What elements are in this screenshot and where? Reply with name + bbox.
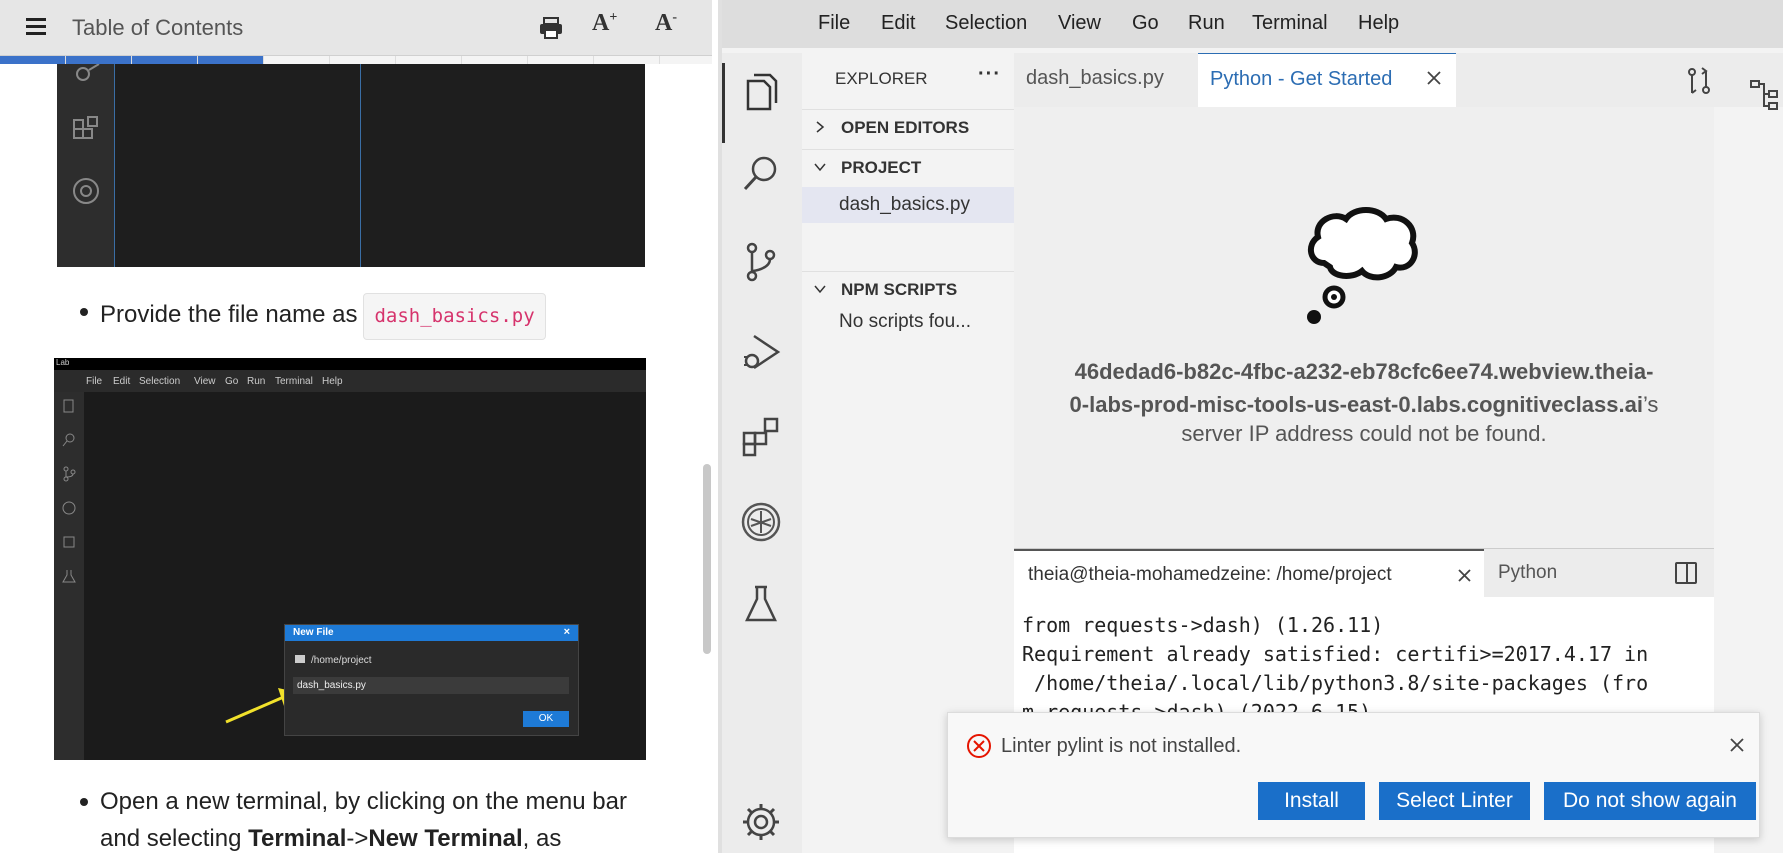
menu-edit[interactable]: Edit — [881, 12, 915, 35]
terminal-tabs: theia@theia-mohamedzeine: /home/project … — [1014, 549, 1714, 597]
kubernetes-icon — [73, 178, 99, 204]
instructions-panel: Table of Contents A+ A- Provide the file… — [0, 0, 712, 853]
source-control-icon[interactable] — [740, 241, 782, 283]
more-actions-icon[interactable]: ··· — [978, 63, 1001, 86]
screenshot-new-file-dialog: Lab File Edit Selection View Go Run Term… — [54, 358, 646, 760]
settings-gear-icon[interactable] — [740, 801, 782, 843]
chevron-down-icon — [814, 285, 826, 294]
extensions-icon[interactable] — [740, 415, 782, 457]
file-tree-item[interactable]: dash_basics.py — [802, 187, 1014, 223]
explorer-title: EXPLORER — [835, 69, 928, 88]
hamburger-menu-icon[interactable] — [26, 18, 50, 38]
run-debug-icon[interactable] — [740, 331, 782, 373]
tab-dash-basics[interactable]: dash_basics.py — [1014, 53, 1198, 107]
toc-header: Table of Contents A+ A- — [0, 0, 712, 56]
screenshot-ide-sidebar — [57, 64, 645, 267]
print-icon[interactable] — [538, 16, 564, 40]
close-icon[interactable] — [1426, 70, 1442, 86]
menu-help[interactable]: Help — [1358, 12, 1399, 35]
menu-terminal[interactable]: Terminal — [1252, 12, 1328, 35]
linter-notification: Linter pylint is not installed. Install … — [947, 712, 1760, 838]
tab-terminal[interactable]: theia@theia-mohamedzeine: /home/project — [1014, 549, 1484, 597]
terminal-output[interactable]: from requests->dash) (1.26.11) Requiremen… — [1022, 611, 1648, 727]
toc-title[interactable]: Table of Contents — [72, 15, 243, 41]
section-progress-strip — [0, 56, 712, 64]
ide-menubar: File Edit Selection View Go Run Terminal… — [722, 0, 1783, 48]
open-changes-icon[interactable] — [1686, 67, 1712, 95]
instruction-bullet-terminal: Open a new terminal, by clicking on the … — [80, 783, 660, 853]
menu-file[interactable]: File — [818, 12, 850, 35]
debug-icon — [76, 64, 100, 81]
decrease-font-button[interactable]: A- — [655, 10, 677, 37]
outline-view-icon[interactable] — [1747, 75, 1783, 111]
editor-tabbar: dash_basics.py Python - Get Started — [1014, 53, 1783, 107]
select-linter-button[interactable]: Select Linter — [1379, 782, 1530, 820]
close-icon[interactable] — [1729, 737, 1745, 753]
close-icon[interactable] — [1457, 568, 1472, 583]
chevron-down-icon — [814, 163, 826, 172]
kubernetes-icon[interactable] — [740, 501, 782, 543]
search-icon[interactable] — [740, 153, 782, 195]
webview-editor: 46dedad6-b82c-4fbc-a232-eb78cfc6ee74.web… — [1014, 107, 1714, 548]
notification-message: Linter pylint is not installed. — [1001, 735, 1242, 757]
section-project[interactable]: PROJECT — [802, 149, 1014, 183]
filename-code: dash_basics.py — [363, 293, 546, 340]
activity-bar — [722, 53, 802, 853]
split-terminal-icon[interactable] — [1675, 562, 1697, 584]
instructions-scrollbar[interactable] — [703, 464, 711, 654]
extensions-icon — [73, 116, 98, 139]
menu-run[interactable]: Run — [1188, 12, 1225, 35]
chevron-right-icon — [816, 121, 825, 133]
menu-view[interactable]: View — [1058, 12, 1101, 35]
npm-empty-message: No scripts fou... — [839, 311, 971, 332]
error-icon — [967, 734, 991, 758]
new-file-dialog: New File × /home/project dash_basics.py O… — [284, 624, 579, 736]
increase-font-button[interactable]: A+ — [592, 10, 617, 37]
tab-python-output[interactable]: Python — [1498, 562, 1557, 584]
tab-python-get-started[interactable]: Python - Get Started — [1198, 53, 1456, 107]
explorer-files-icon[interactable] — [740, 71, 782, 113]
section-npm-scripts[interactable]: NPM SCRIPTS — [802, 271, 1014, 305]
menu-go[interactable]: Go — [1132, 12, 1159, 35]
instruction-bullet-filename: Provide the file name as dash_basics.py — [80, 293, 546, 340]
section-open-editors[interactable]: OPEN EDITORS — [802, 109, 1014, 143]
install-button[interactable]: Install — [1258, 782, 1365, 820]
thinking-cloud-icon — [1307, 207, 1418, 324]
do-not-show-again-button[interactable]: Do not show again — [1544, 782, 1756, 820]
webview-error-message: server IP address could not be found. — [1181, 421, 1547, 446]
lab-flask-icon[interactable] — [740, 583, 782, 625]
menu-selection[interactable]: Selection — [945, 12, 1027, 35]
webview-error-host: 46dedad6-b82c-4fbc-a232-eb78cfc6ee74.web… — [1069, 359, 1659, 417]
